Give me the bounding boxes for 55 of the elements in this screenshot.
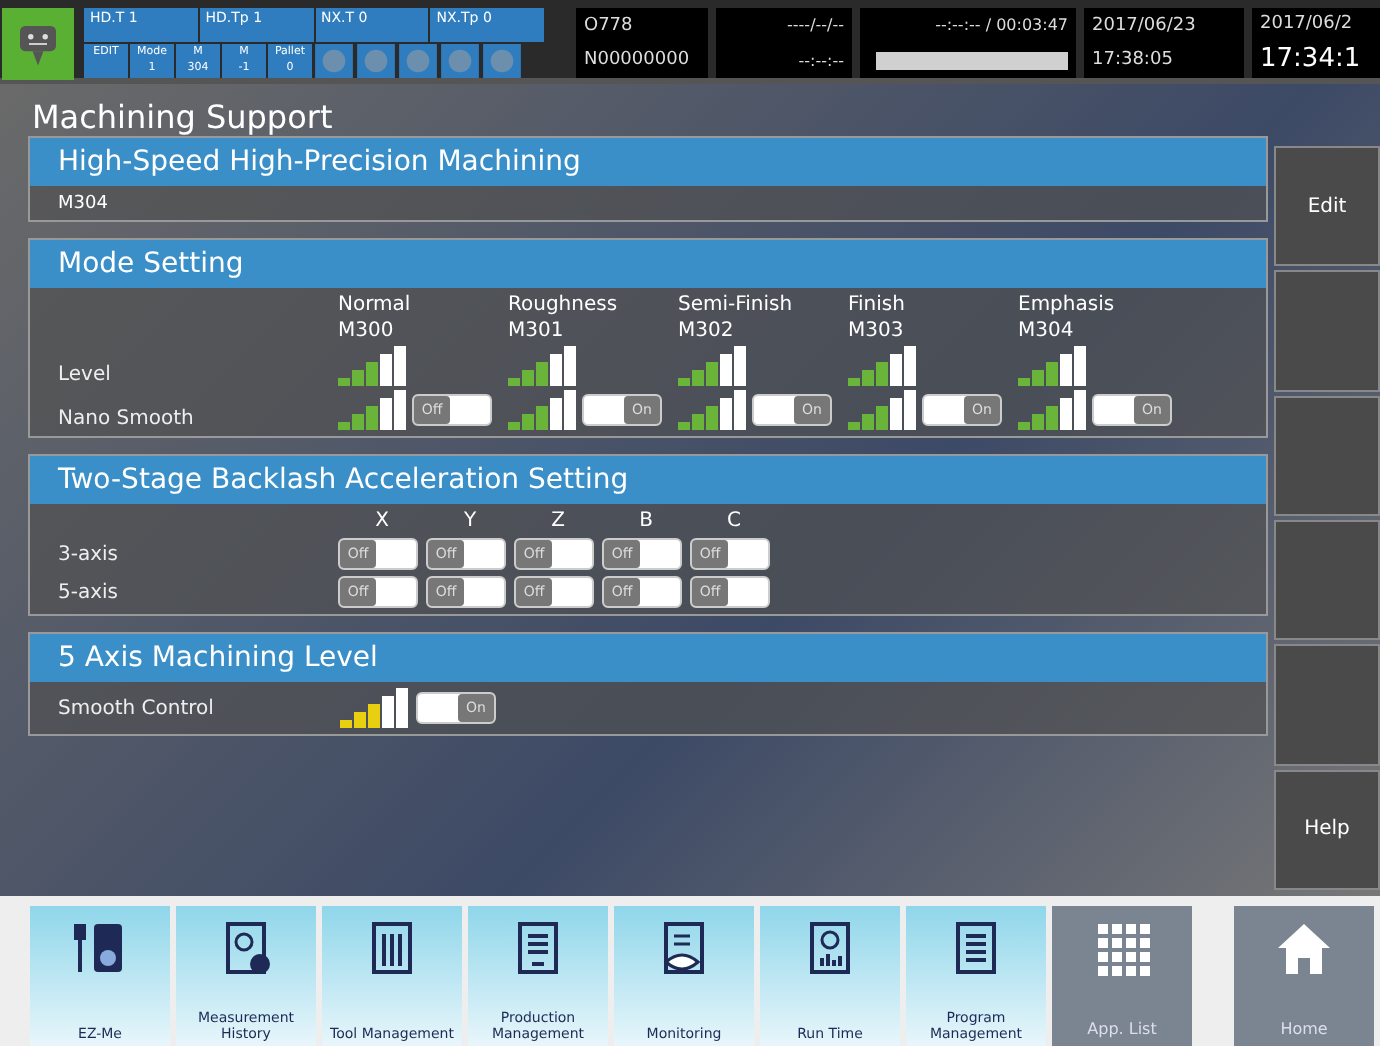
level-meter[interactable] <box>338 390 406 430</box>
run-time-text: --:--:-- / 00:03:47 <box>935 16 1068 35</box>
axis-label: C <box>725 510 743 532</box>
section-value: M304 <box>58 194 108 214</box>
row-label: 5-axis <box>58 581 121 603</box>
section-header: Mode Setting <box>30 240 1266 288</box>
row-label: 3-axis <box>58 543 121 565</box>
status-icon <box>398 44 438 78</box>
section-header: Two-Stage Backlash Acceleration Setting <box>30 456 1266 504</box>
clock-time: 17:34:1 <box>1260 43 1361 73</box>
mode-code: M303 <box>848 320 906 342</box>
side-button[interactable]: Help <box>1274 769 1380 890</box>
mode-name: Roughness <box>508 294 620 316</box>
level-meter[interactable] <box>678 346 746 386</box>
row-label: Smooth Control <box>58 697 216 719</box>
nav-icon <box>1274 918 1334 978</box>
axis-label: Z <box>549 510 567 532</box>
mode-name: Finish <box>848 294 907 316</box>
row-label: Nano Smooth <box>58 408 196 430</box>
clock-date: 2017/06/2 <box>1260 13 1353 33</box>
mode-code: M302 <box>678 320 736 342</box>
axis-label: Y <box>461 510 479 532</box>
status-icon <box>356 44 396 78</box>
mode-code: M300 <box>338 320 396 342</box>
level-meter[interactable] <box>338 346 406 386</box>
status-icon <box>482 44 522 78</box>
level-meter[interactable] <box>1018 346 1086 386</box>
mode-name: Emphasis <box>1018 294 1117 316</box>
date-panel: ----/--/-- --:--:-- <box>716 8 852 78</box>
level-meter[interactable] <box>508 390 576 430</box>
level-meter[interactable] <box>848 346 916 386</box>
machine-logo-icon[interactable] <box>0 8 76 80</box>
axis-label: X <box>373 510 391 532</box>
nav-button[interactable]: App. List <box>1052 906 1192 1046</box>
nav-button[interactable]: Home <box>1234 906 1374 1046</box>
status-icon <box>314 44 354 78</box>
section-header: High-Speed High-Precision Machining <box>30 138 1266 186</box>
page-title: Machining Support <box>32 98 335 136</box>
status-icon <box>440 44 480 78</box>
row-label: Level <box>58 364 113 386</box>
side-button[interactable]: Edit <box>1274 146 1380 267</box>
nav-icon <box>1092 918 1152 978</box>
level-meter[interactable] <box>1018 390 1086 430</box>
level-meter[interactable] <box>508 346 576 386</box>
axis-label: B <box>637 510 655 532</box>
program-panel: O778 N00000000 <box>576 8 708 78</box>
mode-code: M301 <box>508 320 566 342</box>
mode-name: Normal <box>338 294 413 316</box>
mode-code: M304 <box>1018 320 1076 342</box>
level-meter[interactable] <box>678 390 746 430</box>
section-header: 5 Axis Machining Level <box>30 634 1266 682</box>
mode-name: Semi-Finish <box>678 294 795 316</box>
level-meter[interactable] <box>340 688 408 728</box>
start-time-panel: 2017/06/23 17:38:05 <box>1084 8 1244 78</box>
level-meter[interactable] <box>848 390 916 430</box>
